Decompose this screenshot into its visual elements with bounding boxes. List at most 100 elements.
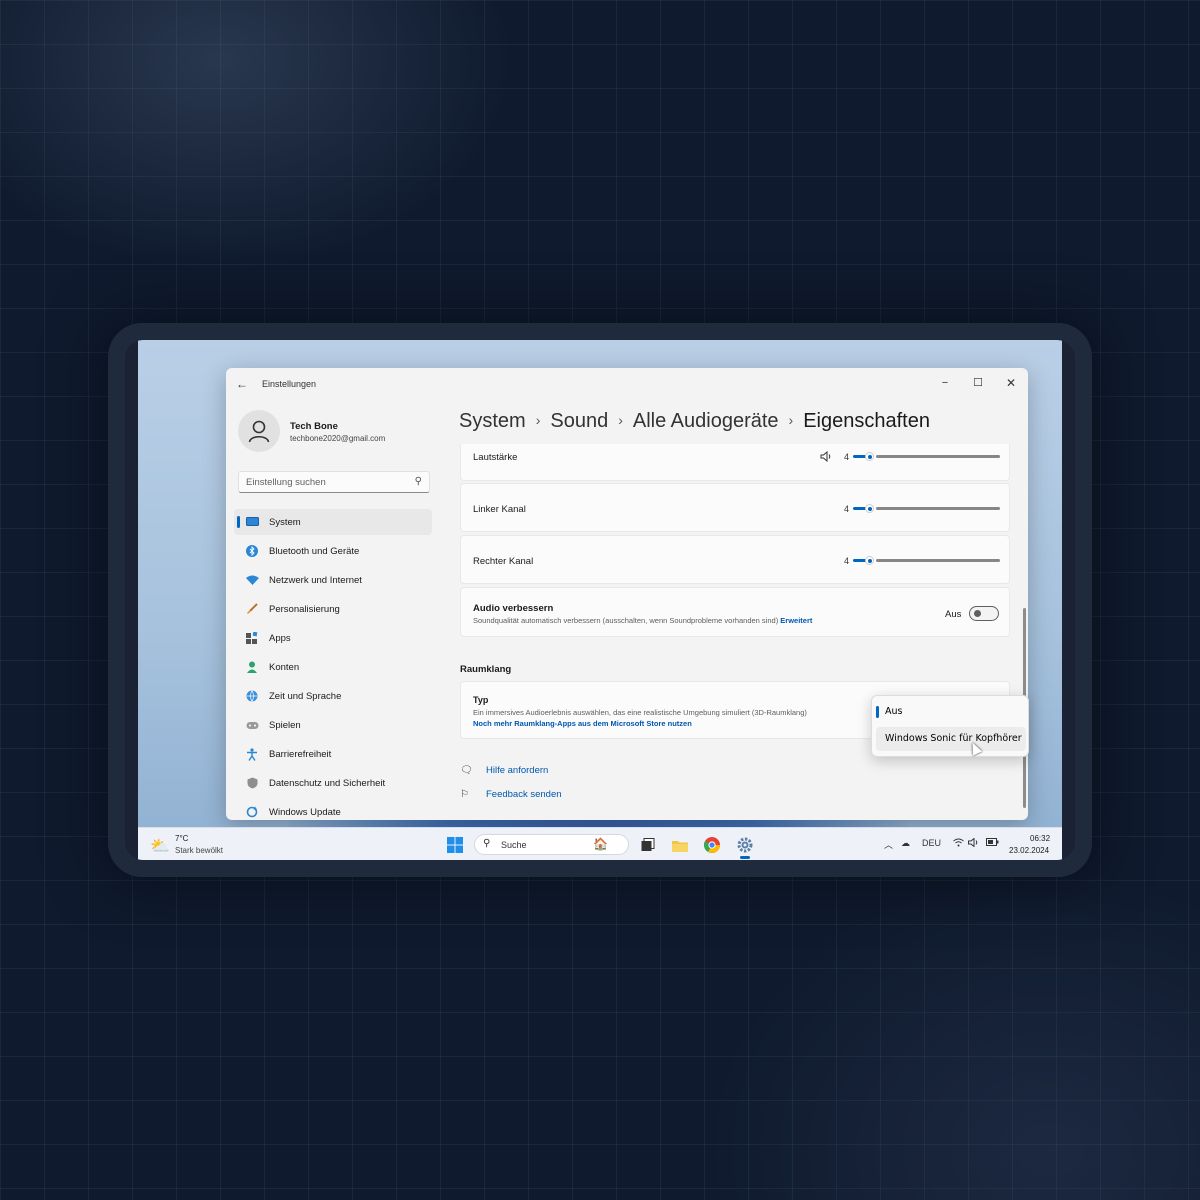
- task-view-icon[interactable]: [638, 835, 658, 855]
- feedback-label: Feedback senden: [486, 789, 562, 800]
- spatial-type-dropdown: Aus Windows Sonic für Kopfhörer: [871, 695, 1029, 757]
- right-channel-label: Rechter Kanal: [473, 556, 534, 567]
- maximize-button[interactable]: ☐: [962, 373, 994, 393]
- cloud-icon[interactable]: ☁: [901, 838, 910, 849]
- speaker-icon[interactable]: [820, 451, 832, 462]
- language-indicator[interactable]: DEU: [922, 838, 941, 848]
- sidebar-item-network[interactable]: Netzwerk und Internet: [234, 567, 432, 593]
- enhance-audio-toggle[interactable]: [969, 606, 999, 621]
- volume-slider[interactable]: [853, 450, 1000, 464]
- left-channel-card: Linker Kanal 4: [460, 483, 1010, 532]
- left-channel-slider[interactable]: [853, 502, 1000, 516]
- enhance-audio-title: Audio verbessern: [473, 603, 554, 614]
- breadcrumb-item-all-devices[interactable]: Alle Audiogeräte: [633, 410, 779, 432]
- apps-icon: [245, 631, 259, 645]
- breadcrumb-item-sound[interactable]: Sound: [550, 410, 608, 432]
- sidebar-item-personalization[interactable]: Personalisierung: [234, 596, 432, 622]
- taskbar-search[interactable]: ⚲ Suche 🏠: [474, 834, 629, 855]
- weather-temperature[interactable]: 7°C: [175, 834, 188, 843]
- avatar[interactable]: [238, 410, 280, 452]
- sidebar-item-time-language[interactable]: Zeit und Sprache: [234, 683, 432, 709]
- settings-search[interactable]: ⚲: [238, 471, 430, 493]
- slider-thumb[interactable]: [865, 452, 874, 461]
- sidebar-item-label: Apps: [269, 632, 291, 644]
- sidebar-item-apps[interactable]: Apps: [234, 625, 432, 651]
- sidebar-item-windows-update[interactable]: Windows Update: [234, 799, 432, 820]
- breadcrumb: System › Sound › Alle Audiogeräte › Eigenschaf…: [459, 410, 930, 433]
- volume-icon[interactable]: [968, 837, 979, 849]
- search-input[interactable]: [246, 475, 406, 490]
- user-name: Tech Bone: [290, 421, 338, 432]
- dropdown-option-off[interactable]: Aus: [876, 700, 1026, 724]
- bluetooth-icon: [245, 544, 259, 558]
- slider-thumb[interactable]: [865, 556, 874, 565]
- breadcrumb-item-system[interactable]: System: [459, 410, 526, 432]
- left-channel-label: Linker Kanal: [473, 504, 526, 515]
- sidebar-item-label: Windows Update: [269, 806, 341, 818]
- advanced-link[interactable]: Erweitert: [780, 616, 812, 625]
- volume-label: Lautstärke: [473, 452, 518, 463]
- volume-value: 4: [844, 452, 850, 462]
- chevron-up-icon[interactable]: ︿: [884, 838, 893, 851]
- weather-condition[interactable]: Stark bewölkt: [175, 846, 223, 855]
- slider-thumb[interactable]: [865, 504, 874, 513]
- shield-icon: [245, 776, 259, 790]
- sidebar-item-label: System: [269, 516, 301, 528]
- feedback-link[interactable]: ⚐ Feedback senden: [460, 789, 562, 800]
- back-arrow-icon[interactable]: ←: [236, 377, 248, 391]
- toggle-knob: [974, 610, 981, 617]
- desktop: ← Einstellungen − ☐ ✕ Tech Bone techbone…: [138, 340, 1062, 860]
- spatial-type-title: Typ: [473, 695, 489, 705]
- page-title: Eigenschaften: [803, 410, 930, 432]
- right-channel-card: Rechter Kanal 4: [460, 535, 1010, 584]
- settings-gear-icon[interactable]: [735, 835, 755, 855]
- feedback-icon: ⚐: [460, 789, 469, 800]
- volume-card: Lautstärke 4: [460, 444, 1010, 481]
- enhance-audio-card: Audio verbessern Soundqualität automatis…: [460, 587, 1010, 637]
- taskbar: ⛅ 7°C Stark bewölkt ⚲ Suche 🏠 ︿ ☁ DEU 06…: [138, 827, 1062, 860]
- windows-start-icon[interactable]: [445, 835, 465, 855]
- user-email: techbone2020@gmail.com: [290, 434, 386, 443]
- minimize-button[interactable]: −: [929, 373, 961, 393]
- monitor-icon: [245, 515, 259, 529]
- sidebar-item-label: Netzwerk und Internet: [269, 574, 362, 586]
- sidebar-item-system[interactable]: System: [234, 509, 432, 535]
- battery-icon[interactable]: [986, 838, 999, 848]
- right-channel-slider[interactable]: [853, 554, 1000, 568]
- clock-time[interactable]: 06:32: [1030, 834, 1050, 843]
- file-explorer-icon[interactable]: [670, 835, 690, 855]
- wifi-icon[interactable]: [953, 838, 964, 849]
- slider-track: [876, 559, 1000, 562]
- search-icon: ⚲: [483, 838, 491, 849]
- sidebar-item-label: Datenschutz und Sicherheit: [269, 777, 386, 789]
- clock-date[interactable]: 23.02.2024: [1009, 846, 1049, 855]
- get-help-link[interactable]: 🗨 Hilfe anfordern: [460, 765, 548, 776]
- sidebar-item-accessibility[interactable]: Barrierefreiheit: [234, 741, 432, 767]
- sidebar-item-label: Barrierefreiheit: [269, 748, 332, 760]
- close-button[interactable]: ✕: [995, 373, 1027, 393]
- gamepad-icon: [245, 718, 259, 732]
- breadcrumb-separator: ›: [535, 412, 541, 428]
- person-icon: [248, 420, 270, 443]
- brush-icon: [245, 602, 259, 616]
- sidebar-item-label: Spielen: [269, 719, 301, 731]
- help-chat-icon: 🗨: [460, 765, 473, 776]
- breadcrumb-separator: ›: [618, 412, 623, 428]
- sidebar-item-label: Personalisierung: [269, 603, 340, 615]
- sidebar-item-label: Zeit und Sprache: [269, 690, 342, 702]
- slider-track: [876, 507, 1000, 510]
- chrome-icon[interactable]: [702, 835, 722, 855]
- store-link[interactable]: Noch mehr Raumklang-Apps aus dem Microso…: [473, 719, 692, 728]
- weather-cloud-sun-icon[interactable]: ⛅: [150, 836, 170, 856]
- dropdown-option-windows-sonic[interactable]: Windows Sonic für Kopfhörer: [876, 727, 1026, 751]
- sidebar-item-privacy[interactable]: Datenschutz und Sicherheit: [234, 770, 432, 796]
- screen: ← Einstellungen − ☐ ✕ Tech Bone techbone…: [125, 340, 1075, 860]
- taskbar-search-label: Suche: [501, 840, 527, 850]
- spatial-type-description: Ein immersives Audioerlebnis auswählen, …: [473, 708, 807, 717]
- person-icon: [245, 660, 259, 674]
- sidebar-item-gaming[interactable]: Spielen: [234, 712, 432, 738]
- sidebar-item-accounts[interactable]: Konten: [234, 654, 432, 680]
- enhance-state-label: Aus: [945, 609, 962, 620]
- sidebar-item-bluetooth[interactable]: Bluetooth und Geräte: [234, 538, 432, 564]
- search-icon[interactable]: ⚲: [415, 476, 422, 487]
